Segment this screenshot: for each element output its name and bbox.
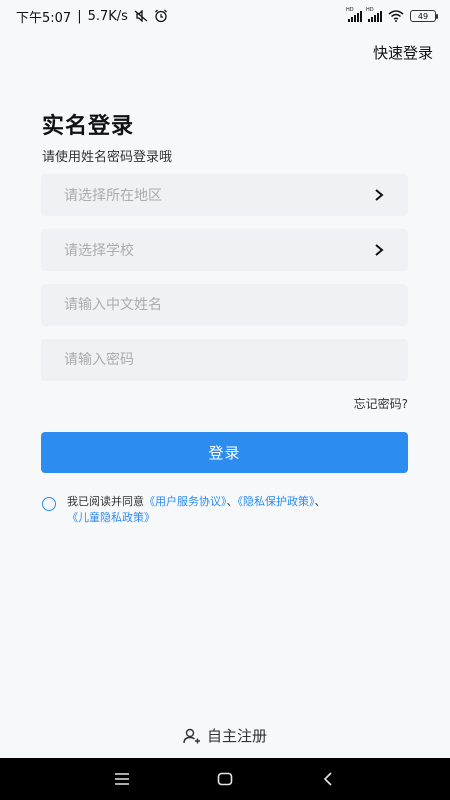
region-placeholder: 请选择所在地区 [64,188,162,204]
status-left: 下午5:07 | 5.7K/s [16,7,168,26]
home-button[interactable] [210,764,240,794]
wifi-icon [388,10,404,22]
add-user-icon [183,728,200,743]
status-time: 下午5:07 [16,10,72,26]
chevron-right-icon [375,189,384,201]
agreement-radio[interactable] [42,497,56,511]
quick-login-link[interactable]: 快速登录 [373,42,433,63]
forgot-password-link[interactable]: 忘记密码? [354,395,408,412]
navigation-bar [0,758,450,800]
privacy-policy-link[interactable]: 《隐私保护政策》 [238,495,315,508]
status-bar: 下午5:07 | 5.7K/s HD HD 49 [0,0,450,32]
chevron-right-icon [375,244,384,256]
alarm-icon [154,9,167,23]
school-placeholder: 请选择学校 [64,243,134,259]
hd-label-2: HD [366,6,374,13]
hd-label: HD [346,6,354,13]
login-button[interactable]: 登录 [41,432,408,473]
name-field [41,284,408,326]
battery-icon: 49 [410,10,438,22]
school-select[interactable]: 请选择学校 [41,229,408,271]
user-agreement-link[interactable]: 《用户服务协议》 [144,495,227,508]
agreement-separator: 、 [314,495,326,508]
network-speed: 5.7K/s [87,8,128,24]
status-divider: | [77,8,82,24]
child-privacy-link[interactable]: 《儿童隐私政策》 [67,511,155,524]
agreement-text: 我已阅读并同意《用户服务协议》、《隐私保护政策》、 《儿童隐私政策》 [67,494,412,526]
status-right: HD HD 49 [346,7,438,22]
menu-icon [114,773,129,785]
signal-icon-2: HD [366,7,382,22]
register-link[interactable]: 自主注册 [0,725,450,746]
mute-icon [134,10,148,22]
menu-button[interactable] [107,764,137,794]
page-title: 实名登录 [42,114,135,139]
password-field [41,339,408,381]
password-input[interactable] [64,352,384,368]
register-label: 自主注册 [206,727,267,745]
region-select[interactable]: 请选择所在地区 [41,174,408,216]
name-input[interactable] [64,297,384,313]
back-icon [324,772,332,786]
back-button[interactable] [313,764,343,794]
page-subtitle: 请使用姓名密码登录哦 [42,150,173,165]
signal-icon: HD [346,7,362,22]
agreement-separator: 、 [226,495,238,508]
agreement-prefix: 我已阅读并同意 [67,495,144,508]
home-icon [217,772,233,786]
